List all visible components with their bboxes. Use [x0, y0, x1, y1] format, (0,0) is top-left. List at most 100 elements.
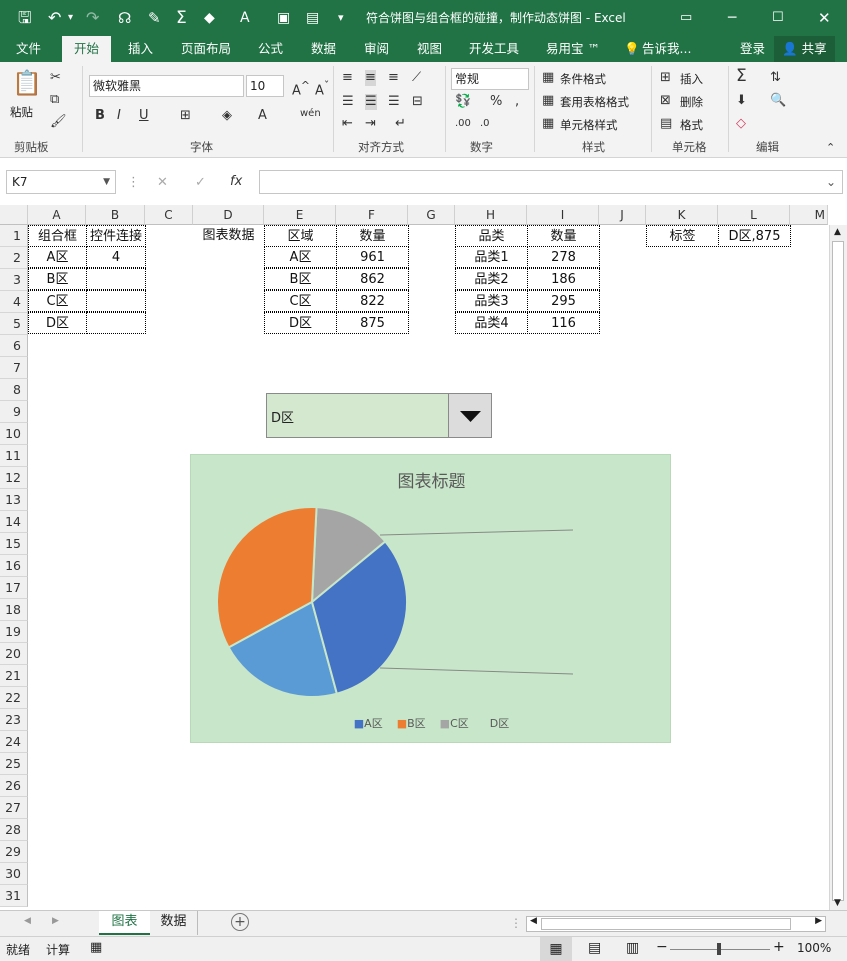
fill-icon[interactable]: ⬇ — [736, 93, 747, 109]
insert-function-icon[interactable]: fx — [230, 174, 242, 190]
row-header-30[interactable]: 30 — [0, 863, 28, 885]
scroll-left-icon[interactable]: ◀ — [530, 916, 537, 926]
expand-formula-icon[interactable]: ⌄ — [826, 172, 836, 192]
qat-customize-icon[interactable]: ▾ — [338, 0, 344, 36]
cell-style-button[interactable]: 单元格样式 — [560, 117, 618, 133]
row-header-24[interactable]: 24 — [0, 731, 28, 753]
column-header-k[interactable]: K — [646, 205, 718, 225]
tab-view[interactable]: 视图 — [417, 36, 442, 62]
save-icon[interactable]: 🖫 — [18, 0, 32, 36]
macro-record-icon[interactable]: ▦ — [90, 940, 102, 955]
share-button[interactable]: 👤 共享 — [774, 36, 835, 62]
name-box-dropdown-icon[interactable]: ▼ — [103, 171, 110, 193]
row-header-7[interactable]: 7 — [0, 357, 28, 379]
row-header-19[interactable]: 19 — [0, 621, 28, 643]
delete-cells-button[interactable]: 删除 — [680, 94, 703, 110]
format-painter-icon[interactable]: ✎ — [148, 0, 161, 36]
cell-h5[interactable]: 品类4 — [455, 312, 528, 334]
cell-b3[interactable] — [86, 268, 146, 290]
tab-review[interactable]: 审阅 — [364, 36, 389, 62]
cell-a2[interactable]: A区 — [28, 246, 87, 268]
cell-e5[interactable]: D区 — [264, 312, 337, 334]
name-box[interactable]: K7 ▼ — [6, 170, 116, 194]
cut-icon[interactable]: ✂ — [50, 70, 61, 86]
column-header-d[interactable]: D — [193, 205, 264, 225]
number-format-select[interactable]: 常规 — [451, 68, 529, 90]
format-painter-icon[interactable]: 🖌 — [50, 114, 67, 130]
tab-file[interactable]: 文件 — [16, 36, 41, 62]
align-bottom-icon[interactable]: ≡ — [388, 70, 399, 86]
cell-h4[interactable]: 品类3 — [455, 290, 528, 312]
column-header-b[interactable]: B — [86, 205, 145, 225]
cell-a3[interactable]: B区 — [28, 268, 87, 290]
align-middle-icon[interactable]: ≡ — [365, 70, 376, 86]
cell-e2[interactable]: A区 — [264, 246, 337, 268]
enter-icon[interactable]: ✓ — [195, 175, 206, 191]
row-header-18[interactable]: 18 — [0, 599, 28, 621]
tell-me-search[interactable]: 告诉我... — [642, 36, 691, 62]
align-left-icon[interactable]: ☰ — [342, 94, 354, 110]
row-header-2[interactable]: 2 — [0, 247, 28, 269]
row-header-16[interactable]: 16 — [0, 555, 28, 577]
cell-i4[interactable]: 295 — [527, 290, 600, 312]
scroll-thumb[interactable] — [832, 241, 844, 901]
sheet-tab-chart[interactable]: 图表 — [99, 911, 150, 935]
row-header-1[interactable]: 1 — [0, 225, 28, 247]
normal-view-icon[interactable]: ▦ — [540, 937, 572, 961]
font-color-icon[interactable]: A — [258, 108, 267, 124]
bold-button[interactable]: B — [95, 108, 105, 124]
column-header-g[interactable]: G — [408, 205, 455, 225]
orientation-icon[interactable]: ⟋ — [412, 70, 421, 86]
row-header-10[interactable]: 10 — [0, 423, 28, 445]
row-header-14[interactable]: 14 — [0, 511, 28, 533]
sum-icon[interactable]: Σ — [176, 0, 187, 36]
row-header-28[interactable]: 28 — [0, 819, 28, 841]
cell-i5[interactable]: 116 — [527, 312, 600, 334]
fill-color-icon[interactable]: ◆ — [204, 0, 215, 36]
column-header-c[interactable]: C — [145, 205, 193, 225]
cell-d1[interactable]: 图表数据 — [193, 225, 264, 247]
cell-a4[interactable]: C区 — [28, 290, 87, 312]
undo-icon[interactable]: ↶ — [48, 0, 61, 36]
chart-icon[interactable]: ▤ — [306, 0, 319, 36]
row-header-12[interactable]: 12 — [0, 467, 28, 489]
zoom-level[interactable]: 100% — [797, 941, 831, 955]
cell-h1[interactable]: 品类 — [455, 225, 528, 247]
column-header-m[interactable]: M — [790, 205, 828, 225]
format-cells-button[interactable]: 格式 — [680, 117, 703, 133]
decrease-decimal-icon[interactable]: .0 — [480, 116, 490, 132]
column-header-i[interactable]: I — [527, 205, 599, 225]
login-link[interactable]: 登录 — [740, 36, 765, 62]
font-name-select[interactable]: 微软雅黑 — [89, 75, 244, 97]
sheet-tab-data[interactable]: 数据 — [150, 911, 198, 935]
prev-sheet-icon[interactable]: ◀ — [24, 916, 31, 926]
cancel-icon[interactable]: ✕ — [157, 175, 168, 191]
percent-icon[interactable]: % — [490, 94, 502, 110]
cell-b2[interactable]: 4 — [86, 246, 146, 268]
tab-formulas[interactable]: 公式 — [258, 36, 283, 62]
row-header-17[interactable]: 17 — [0, 577, 28, 599]
zoom-slider-thumb[interactable] — [717, 943, 721, 955]
cell-f4[interactable]: 822 — [336, 290, 409, 312]
formula-input[interactable]: ⌄ — [259, 170, 843, 194]
comma-icon[interactable]: , — [515, 94, 519, 110]
increase-font-icon[interactable]: A^ — [292, 78, 310, 99]
row-header-21[interactable]: 21 — [0, 665, 28, 687]
increase-decimal-icon[interactable]: .00 — [455, 116, 471, 132]
tab-data[interactable]: 数据 — [311, 36, 336, 62]
row-header-5[interactable]: 5 — [0, 313, 28, 335]
row-header-22[interactable]: 22 — [0, 687, 28, 709]
row-header-13[interactable]: 13 — [0, 489, 28, 511]
paste-icon[interactable]: 📋 — [12, 70, 42, 96]
cell-b4[interactable] — [86, 290, 146, 312]
cell-a5[interactable]: D区 — [28, 312, 87, 334]
zoom-in-icon[interactable]: + — [773, 939, 785, 955]
cell-i3[interactable]: 186 — [527, 268, 600, 290]
row-header-9[interactable]: 9 — [0, 401, 28, 423]
select-all-corner[interactable] — [0, 205, 28, 225]
decrease-indent-icon[interactable]: ⇤ — [342, 116, 353, 132]
scroll-down-icon[interactable]: ▼ — [834, 898, 841, 908]
column-header-j[interactable]: J — [599, 205, 646, 225]
autosum-icon[interactable]: Σ — [736, 68, 747, 85]
row-header-27[interactable]: 27 — [0, 797, 28, 819]
